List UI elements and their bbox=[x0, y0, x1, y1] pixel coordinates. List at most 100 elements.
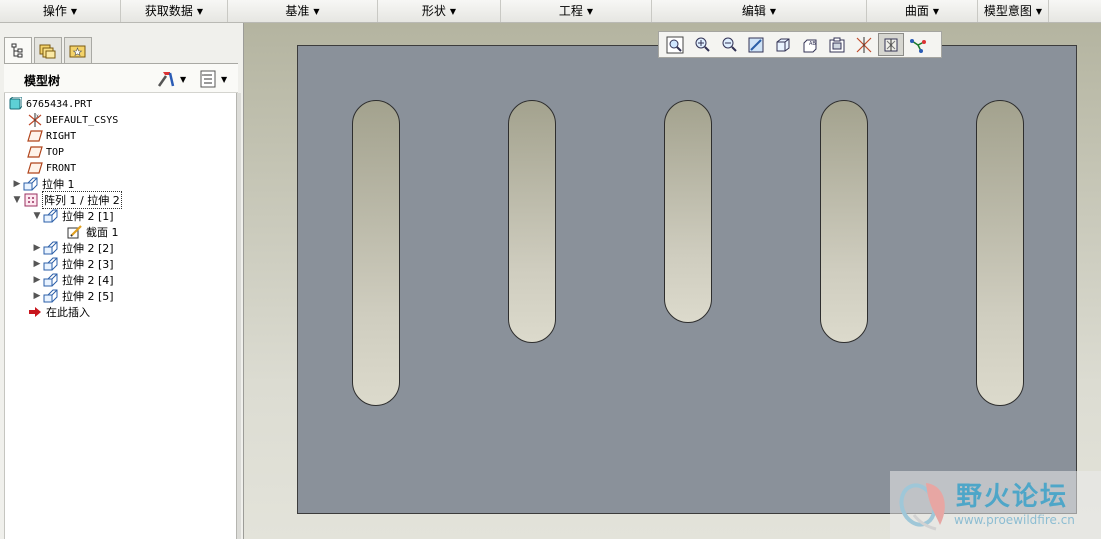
tree-node-extrude-2-5[interactable]: ▶ 拉伸 2 [5] bbox=[31, 288, 114, 304]
tree-node-label: 拉伸 2 [2] bbox=[62, 242, 114, 255]
slot-cut[interactable] bbox=[508, 100, 556, 343]
favorites-icon bbox=[69, 45, 86, 57]
menu-surfaces[interactable]: 曲面 ▼ bbox=[867, 0, 978, 22]
tab-favorites[interactable] bbox=[64, 37, 92, 63]
expand-arrow-icon[interactable]: ▶ bbox=[31, 243, 43, 253]
caret-down-icon: ▼ bbox=[70, 7, 78, 16]
tree-node-right[interactable]: RIGHT bbox=[27, 128, 76, 144]
caret-down-icon: ▼ bbox=[1035, 7, 1043, 16]
menu-label: 工程 bbox=[558, 4, 583, 18]
tree-node-csys[interactable]: X DEFAULT_CSYS bbox=[27, 112, 118, 128]
tree-node-extrude-2-2[interactable]: ▶ 拉伸 2 [2] bbox=[31, 240, 114, 256]
pattern-icon bbox=[23, 193, 39, 207]
expand-arrow-icon[interactable]: ▶ bbox=[31, 291, 43, 301]
caret-down-icon: ▼ bbox=[932, 7, 940, 16]
menu-bar: 操作 ▼ 获取数据 ▼ 基准 ▼ 形状 ▼ 工程 ▼ 编辑 ▼ 曲面 ▼ 模型意图 ▼ bbox=[0, 0, 1101, 23]
display-style-button[interactable] bbox=[770, 33, 796, 56]
zoom-in-button[interactable] bbox=[689, 33, 715, 56]
caret-down-icon: ▼ bbox=[221, 74, 228, 84]
view-manager-button[interactable] bbox=[824, 33, 850, 56]
expand-arrow-icon[interactable]: ▶ bbox=[11, 179, 23, 189]
extrude-icon bbox=[43, 241, 59, 255]
tree-node-extrude-2-4[interactable]: ▶ 拉伸 2 [4] bbox=[31, 272, 114, 288]
annotation-display-button[interactable] bbox=[905, 33, 931, 56]
datum-display-icon bbox=[856, 36, 872, 53]
model-tree-header: 模型树 ▼ ▼ bbox=[4, 63, 238, 93]
datum-plane-icon bbox=[27, 129, 43, 143]
zoom-in-icon bbox=[695, 37, 710, 52]
part-icon bbox=[7, 97, 23, 111]
csys-icon: X bbox=[27, 113, 43, 127]
collapse-arrow-icon[interactable]: ▼ bbox=[11, 195, 23, 205]
tree-node-front[interactable]: FRONT bbox=[27, 160, 76, 176]
tree-node-extrude-2-3[interactable]: ▶ 拉伸 2 [3] bbox=[31, 256, 114, 272]
tree-node-top[interactable]: TOP bbox=[27, 144, 64, 160]
caret-down-icon: ▼ bbox=[586, 7, 594, 16]
menu-datum[interactable]: 基准 ▼ bbox=[228, 0, 378, 22]
repaint-icon bbox=[748, 37, 764, 52]
menu-editing[interactable]: 编辑 ▼ bbox=[652, 0, 867, 22]
extrude-icon bbox=[43, 209, 59, 223]
graphics-window[interactable]: AB 野火论坛 www.proewildfire.cn bbox=[244, 23, 1101, 539]
tree-node-insert-here[interactable]: 在此插入 bbox=[27, 304, 90, 320]
tree-node-label: 6765434.PRT bbox=[26, 98, 93, 110]
slot-cut[interactable] bbox=[820, 100, 868, 343]
tree-node-section-1[interactable]: 截面 1 bbox=[67, 224, 119, 240]
collapse-arrow-icon[interactable]: ▼ bbox=[31, 211, 43, 221]
tree-node-extrude-1[interactable]: ▶ 拉伸 1 bbox=[11, 176, 75, 192]
tree-node-label: RIGHT bbox=[46, 130, 77, 142]
saved-views-icon: AB bbox=[803, 39, 817, 52]
expand-arrow-icon[interactable]: ▶ bbox=[31, 259, 43, 269]
menu-label: 基准 bbox=[285, 4, 310, 18]
tree-show-button[interactable]: ▼ bbox=[199, 69, 227, 89]
zoom-out-button[interactable] bbox=[716, 33, 742, 56]
caret-down-icon: ▼ bbox=[449, 7, 457, 16]
annotation-display-icon bbox=[910, 38, 926, 53]
view-toolbar: AB bbox=[658, 31, 942, 58]
datum-display-button[interactable] bbox=[851, 33, 877, 56]
slot-cut[interactable] bbox=[664, 100, 712, 323]
menu-operations[interactable]: 操作 ▼ bbox=[0, 0, 121, 22]
tree-node-label: 在此插入 bbox=[46, 306, 90, 319]
expand-arrow-icon[interactable]: ▶ bbox=[31, 275, 43, 285]
slot-cut[interactable] bbox=[352, 100, 400, 406]
tree-node-pattern-1[interactable]: ▼ 阵列 1 / 拉伸 2 bbox=[11, 191, 122, 209]
extrude-icon bbox=[23, 177, 39, 191]
spin-center-button[interactable] bbox=[878, 33, 904, 56]
display-style-icon bbox=[776, 38, 790, 51]
insert-here-arrow-icon bbox=[27, 305, 43, 319]
forum-watermark: 野火论坛 www.proewildfire.cn bbox=[890, 471, 1101, 539]
tree-node-extrude-2-1[interactable]: ▼ 拉伸 2 [1] bbox=[31, 208, 114, 224]
tree-node-label: 拉伸 2 [3] bbox=[62, 258, 114, 271]
slot-cut[interactable] bbox=[976, 100, 1024, 406]
menu-engineering[interactable]: 工程 ▼ bbox=[501, 0, 652, 22]
menu-label: 编辑 bbox=[741, 4, 766, 18]
saved-views-button[interactable]: AB bbox=[797, 33, 823, 56]
view-manager-icon bbox=[829, 37, 845, 52]
tree-node-label: FRONT bbox=[46, 162, 77, 174]
caret-down-icon: ▼ bbox=[769, 7, 777, 16]
tree-node-label: TOP bbox=[46, 146, 65, 158]
menu-model-intent[interactable]: 模型意图 ▼ bbox=[978, 0, 1049, 22]
repaint-button[interactable] bbox=[743, 33, 769, 56]
svg-text:AB: AB bbox=[809, 41, 816, 47]
zoom-fit-icon bbox=[666, 36, 684, 53]
part-model[interactable] bbox=[297, 45, 1077, 514]
menu-shapes[interactable]: 形状 ▼ bbox=[378, 0, 501, 22]
tree-node-part[interactable]: 6765434.PRT bbox=[7, 96, 92, 112]
navigator-panel: 模型树 ▼ ▼ 6765434.PRT X DEFAULT_CSYS RIGHT bbox=[0, 23, 244, 539]
sketch-icon bbox=[67, 225, 83, 239]
menu-label: 形状 bbox=[421, 4, 446, 18]
tab-model-tree[interactable] bbox=[4, 37, 32, 64]
tree-splitter[interactable] bbox=[236, 93, 241, 539]
tab-folder-browser[interactable] bbox=[34, 37, 62, 63]
folder-browser-icon bbox=[39, 44, 56, 58]
zoom-fit-button[interactable] bbox=[662, 33, 688, 56]
menu-get-data[interactable]: 获取数据 ▼ bbox=[121, 0, 228, 22]
model-tree: 6765434.PRT X DEFAULT_CSYS RIGHT TOP FRO… bbox=[4, 93, 236, 539]
extrude-icon bbox=[43, 289, 59, 303]
menu-label: 操作 bbox=[42, 4, 67, 18]
tree-settings-button[interactable]: ▼ bbox=[156, 69, 186, 89]
watermark-url: www.proewildfire.cn bbox=[954, 513, 1075, 527]
model-tree-title: 模型树 bbox=[24, 74, 61, 88]
